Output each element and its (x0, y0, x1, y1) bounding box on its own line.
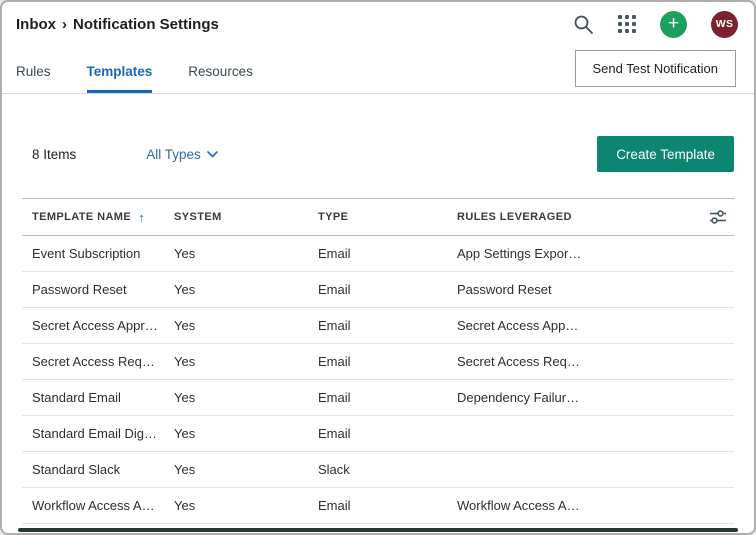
table-row[interactable]: Workflow Access A… Yes Email Workflow Ac… (22, 488, 734, 524)
avatar[interactable]: WS (711, 11, 738, 38)
column-header-template-name[interactable]: TEMPLATE NAME ↑ (22, 210, 164, 225)
cell-template-name: Standard Slack (22, 462, 164, 477)
cell-rules-leveraged: Secret Access Req… (447, 354, 694, 369)
cell-type: Email (308, 390, 447, 405)
cell-type: Slack (308, 462, 447, 477)
cell-type: Email (308, 426, 447, 441)
table-row[interactable]: Password Reset Yes Email Password Reset (22, 272, 734, 308)
column-header-type[interactable]: TYPE (308, 211, 447, 223)
table-header-row: TEMPLATE NAME ↑ SYSTEM TYPE RULES LEVERA… (22, 198, 734, 236)
breadcrumb-current-page: Notification Settings (73, 16, 219, 33)
chevron-down-icon (207, 151, 218, 158)
column-label: TEMPLATE NAME (32, 211, 131, 223)
horizontal-scrollbar[interactable] (18, 528, 738, 532)
type-filter-dropdown[interactable]: All Types (146, 147, 218, 162)
breadcrumb-separator: › (62, 16, 67, 33)
sort-ascending-icon: ↑ (138, 210, 145, 225)
cell-rules-leveraged: Workflow Access A… (447, 498, 694, 513)
cell-type: Email (308, 318, 447, 333)
templates-table: TEMPLATE NAME ↑ SYSTEM TYPE RULES LEVERA… (22, 198, 734, 524)
cell-template-name: Standard Email (22, 390, 164, 405)
cell-rules-leveraged: Dependency Failur… (447, 390, 694, 405)
cell-type: Email (308, 282, 447, 297)
top-bar: Inbox › Notification Settings + WS (2, 2, 754, 46)
list-toolbar: 8 Items All Types Create Template (32, 136, 734, 172)
table-row[interactable]: Standard Email Yes Email Dependency Fail… (22, 380, 734, 416)
create-template-button[interactable]: Create Template (597, 136, 734, 172)
tab-templates[interactable]: Templates (87, 46, 153, 93)
add-new-button[interactable]: + (660, 11, 687, 38)
table-row[interactable]: Standard Email Dig… Yes Email (22, 416, 734, 452)
table-row[interactable]: Event Subscription Yes Email App Setting… (22, 236, 734, 272)
cell-template-name: Workflow Access A… (22, 498, 164, 513)
cell-rules-leveraged: Password Reset (447, 282, 694, 297)
cell-system: Yes (164, 426, 308, 441)
breadcrumb: Inbox › Notification Settings (16, 16, 219, 33)
cell-system: Yes (164, 354, 308, 369)
cell-rules-leveraged: App Settings Expor… (447, 246, 694, 261)
cell-type: Email (308, 498, 447, 513)
cell-system: Yes (164, 462, 308, 477)
cell-system: Yes (164, 318, 308, 333)
topbar-actions: + WS (573, 11, 739, 38)
cell-type: Email (308, 354, 447, 369)
cell-system: Yes (164, 246, 308, 261)
cell-system: Yes (164, 282, 308, 297)
apps-grid-icon[interactable] (618, 15, 637, 34)
notification-settings-window: Inbox › Notification Settings + WS Rules… (0, 0, 756, 535)
cell-type: Email (308, 246, 447, 261)
type-filter-label: All Types (146, 147, 201, 162)
column-header-system[interactable]: SYSTEM (164, 211, 308, 223)
cell-template-name: Password Reset (22, 282, 164, 297)
cell-system: Yes (164, 498, 308, 513)
cell-system: Yes (164, 390, 308, 405)
apps-grid-glyph (618, 15, 637, 34)
table-row[interactable]: Secret Access Req… Yes Email Secret Acce… (22, 344, 734, 380)
tab-rules[interactable]: Rules (16, 46, 51, 93)
cell-template-name: Event Subscription (22, 246, 164, 261)
column-settings-icon[interactable] (694, 207, 734, 227)
cell-template-name: Secret Access Appr… (22, 318, 164, 333)
search-icon[interactable] (573, 14, 594, 35)
send-test-notification-button[interactable]: Send Test Notification (575, 50, 737, 87)
table-row[interactable]: Secret Access Appr… Yes Email Secret Acc… (22, 308, 734, 344)
cell-template-name: Standard Email Dig… (22, 426, 164, 441)
tab-resources[interactable]: Resources (188, 46, 253, 93)
items-count: 8 Items (32, 147, 76, 162)
cell-rules-leveraged: Secret Access App… (447, 318, 694, 333)
column-header-rules-leveraged[interactable]: RULES LEVERAGED (447, 211, 694, 223)
tabs-bar: Rules Templates Resources Send Test Noti… (2, 46, 754, 94)
table-row[interactable]: Standard Slack Yes Slack (22, 452, 734, 488)
cell-template-name: Secret Access Req… (22, 354, 164, 369)
breadcrumb-inbox[interactable]: Inbox (16, 16, 56, 33)
